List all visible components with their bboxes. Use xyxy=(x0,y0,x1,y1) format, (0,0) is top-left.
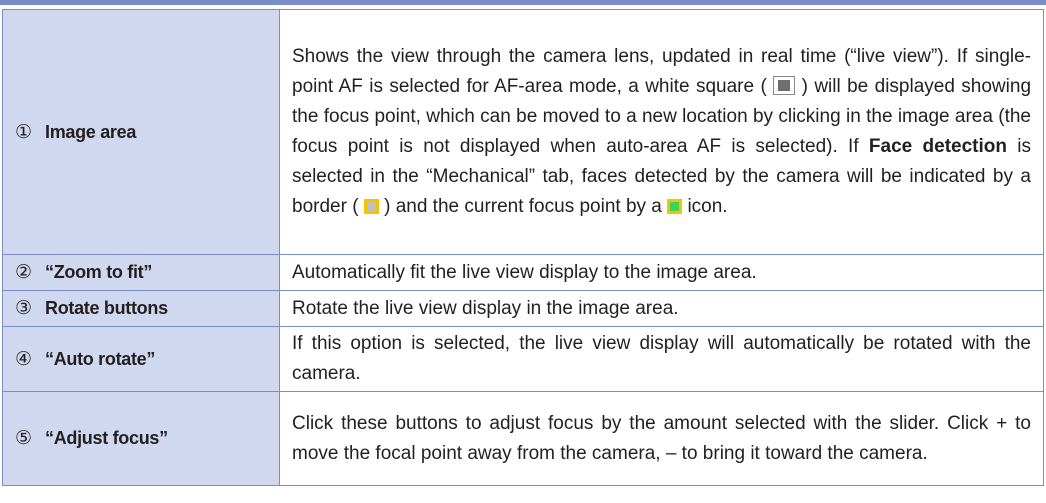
table-row: ⑤ “Adjust focus” Click these buttons to a… xyxy=(2,391,1044,486)
row-label: ④ “Auto rotate” xyxy=(2,326,280,392)
row-description: If this option is selected, the live vie… xyxy=(279,326,1044,392)
manual-page: ① Image area Shows the view through the c… xyxy=(0,0,1046,503)
row-number: ③ xyxy=(15,298,32,319)
row-number: ② xyxy=(15,262,32,283)
focus-point-icon xyxy=(667,199,683,214)
table-row: ① Image area Shows the view through the c… xyxy=(2,9,1044,255)
row-label-text: “Auto rotate” xyxy=(45,348,156,369)
row-label: ③ Rotate buttons xyxy=(2,290,280,327)
table-row: ④ “Auto rotate” If this option is selecte… xyxy=(2,326,1044,392)
row-label: ⑤ “Adjust focus” xyxy=(2,391,280,486)
row-description: Automatically fit the live view display … xyxy=(279,254,1044,291)
table-row: ③ Rotate buttons Rotate the live view dis… xyxy=(2,290,1044,327)
row-label-text: Image area xyxy=(45,121,137,142)
row-label: ② “Zoom to fit” xyxy=(2,254,280,291)
top-rule xyxy=(0,0,1046,5)
row-number: ① xyxy=(15,121,32,143)
table-row: ② “Zoom to fit” Automatically fit the liv… xyxy=(2,254,1044,291)
desc-text: ) and the current focus point by a xyxy=(384,196,662,217)
row-description: Rotate the live view display in the imag… xyxy=(279,290,1044,327)
row-label-text: Rotate buttons xyxy=(45,298,168,318)
row-number: ④ xyxy=(15,348,32,370)
reference-table: ① Image area Shows the view through the c… xyxy=(2,9,1044,486)
desc-text: icon. xyxy=(687,196,728,217)
row-label-text: “Adjust focus” xyxy=(45,428,168,448)
desc-bold-text: Face detection xyxy=(868,136,1007,157)
face-border-icon xyxy=(363,199,379,214)
white-square-icon xyxy=(773,76,796,95)
row-label-text: “Zoom to fit” xyxy=(45,262,153,282)
row-description: Shows the view through the camera lens, … xyxy=(279,9,1044,255)
row-number: ⑤ xyxy=(15,428,32,449)
row-label: ① Image area xyxy=(2,9,280,255)
row-description: Click these buttons to adjust focus by t… xyxy=(279,391,1044,486)
